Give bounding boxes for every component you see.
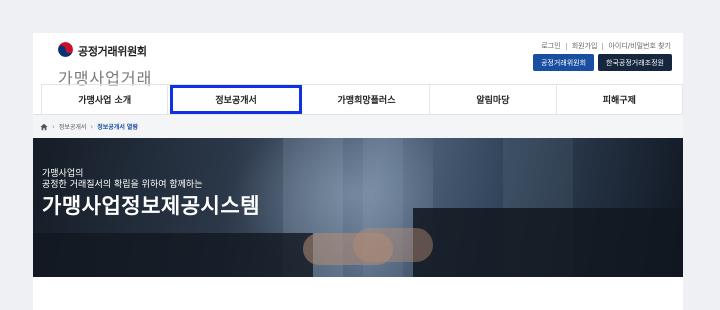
util-divider: [565, 42, 567, 50]
chevron-right-icon: ›: [52, 122, 55, 131]
hero-subtitle: 공정한 거래질서의 확립을 위하여 함께하는: [42, 180, 203, 190]
util-divider: [602, 42, 604, 50]
nav-item-hope-plus[interactable]: 가맹희망플러스: [304, 85, 431, 114]
taegeuk-emblem-icon: [57, 41, 74, 58]
nav-item-franchise-intro[interactable]: 가맹사업 소개: [41, 85, 169, 114]
hero-sleeve: [33, 233, 313, 277]
hero-title: 가맹사업정보제공시스템: [42, 194, 261, 218]
signup-link[interactable]: 회원가입: [572, 41, 598, 51]
kofair-button[interactable]: 한국공정거래조정원: [598, 54, 672, 71]
nav-item-disclosure[interactable]: 정보공개서: [170, 85, 302, 114]
hero-banner: 가맹사업의 공정한 거래질서의 확립을 위하여 함께하는 가맹사업정보제공시스템: [33, 138, 683, 277]
hero-text: 가맹사업의 공정한 거래질서의 확립을 위하여 함께하는 가맹사업정보제공시스템: [42, 169, 260, 219]
utility-links: 로그인 회원가입 아이디/비밀번호 찾기: [541, 41, 671, 51]
ftc-button[interactable]: 공정거래위원회: [532, 54, 595, 71]
breadcrumb-current: 정보공개서 열람: [97, 124, 138, 131]
hero-handshake: [353, 228, 433, 262]
org-name: 공정거래위원회: [78, 45, 147, 58]
main-nav: 가맹사업 소개 정보공개서 가맹희망플러스 알림마당 피해구제: [41, 84, 684, 114]
hero-sleeve: [413, 208, 683, 277]
page-frame: 공정거래위원회 가맹사업거래 로그인 회원가입 아이디/비밀번호 찾기 공정거래…: [33, 33, 684, 310]
nav-item-damage-relief[interactable]: 피해구제: [557, 85, 684, 114]
nav-item-notice[interactable]: 알림마당: [430, 85, 557, 114]
find-account-link[interactable]: 아이디/비밀번호 찾기: [608, 41, 671, 51]
breadcrumb-item[interactable]: 정보공개서: [59, 122, 87, 131]
chevron-right-icon: ›: [90, 122, 94, 131]
login-link[interactable]: 로그인: [541, 41, 560, 51]
home-icon[interactable]: [40, 123, 48, 131]
agency-buttons: 공정거래위원회 한국공정거래조정원: [532, 54, 672, 71]
breadcrumb: › 정보공개서 › 정보공개서 열람: [33, 114, 683, 138]
hero-subtitle: 가맹사업의: [42, 169, 84, 179]
